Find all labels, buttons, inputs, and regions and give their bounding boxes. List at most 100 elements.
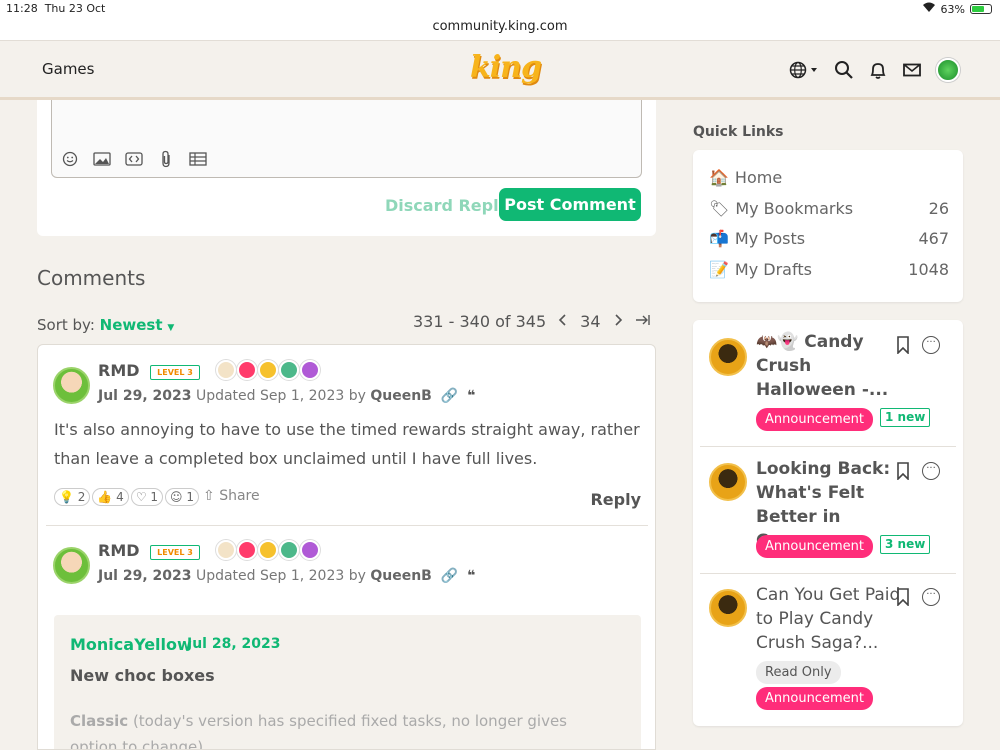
games-nav-link[interactable]: Games — [42, 60, 94, 78]
announcement-title[interactable]: Can You Get Paid to Play Candy Crush Sag… — [756, 583, 901, 655]
badge-icon[interactable] — [258, 540, 278, 560]
avatar[interactable] — [709, 589, 747, 627]
search-icon[interactable] — [834, 60, 854, 80]
status-right: 63% — [922, 2, 992, 16]
quick-link-posts[interactable]: 📬 My Posts 467 — [709, 229, 949, 248]
comment-editor: QueenB — [370, 388, 432, 404]
avatar[interactable] — [709, 463, 747, 501]
quote-author[interactable]: MonicaYellow — [70, 635, 192, 654]
chevron-down-icon: ▼ — [167, 323, 175, 333]
reply-editor-card: Discard Reply Post Comment — [37, 100, 656, 236]
sort-value[interactable]: Newest — [100, 316, 163, 334]
avatar[interactable] — [709, 338, 747, 376]
image-icon[interactable] — [92, 150, 112, 168]
comment-author[interactable]: RMD — [98, 361, 140, 380]
quick-link-home[interactable]: 🏠 Home — [709, 168, 949, 187]
prev-page-icon[interactable] — [558, 312, 568, 331]
announcement-tag[interactable]: Announcement — [756, 535, 873, 558]
quote-date[interactable]: Jul 28, 2023 — [187, 636, 281, 652]
comment-author[interactable]: RMD — [98, 541, 140, 560]
love-reaction[interactable]: ♡ 1 — [130, 488, 164, 506]
emoji-icon[interactable] — [60, 150, 80, 168]
new-count-badge: 1 new — [880, 408, 931, 427]
comment-body: It's also annoying to have to use the ti… — [54, 420, 640, 468]
lol-reaction[interactable]: ☺ 1 — [165, 488, 199, 506]
quick-links-card: 🏠 Home 🏷 My Bookmarks 26 📬 My Posts 467 📝 My… — [693, 150, 963, 302]
memo-icon: 📝 — [709, 260, 729, 279]
discard-reply-button[interactable]: Discard Reply — [385, 196, 509, 215]
badge-icon[interactable] — [216, 360, 236, 380]
code-icon[interactable] — [124, 150, 144, 168]
insightful-reaction[interactable]: 💡 2 — [54, 488, 91, 506]
quote-icon[interactable]: ❝ — [467, 388, 475, 404]
badge-icon[interactable] — [279, 540, 299, 560]
quote-title: New choc boxes — [70, 666, 215, 685]
post-comment-button[interactable]: Post Comment — [499, 188, 641, 221]
reaction-bar: 💡 2 👍 4 ♡ 1 ☺ 1 — [54, 488, 199, 506]
status-time: 11:28 Thu 23 Oct — [6, 2, 106, 15]
comment-editor: QueenB — [370, 568, 432, 584]
mail-icon[interactable] — [902, 60, 922, 80]
like-reaction[interactable]: 👍 4 — [92, 488, 129, 506]
bookmark-icon[interactable] — [895, 462, 911, 480]
url-bar[interactable]: community.king.com — [0, 18, 1000, 40]
quick-link-drafts[interactable]: 📝 My Drafts 1048 — [709, 260, 949, 279]
current-page[interactable]: 34 — [580, 312, 600, 331]
quote-body: Classic (today's version has specified f… — [70, 712, 567, 750]
more-options-icon[interactable]: ··· — [922, 336, 940, 354]
pagination: 331 - 340 of 345 34 — [413, 312, 651, 331]
comment-meta: Jul 29, 2023 Updated Sep 1, 2023 by Quee… — [98, 568, 476, 584]
announcement-divider — [700, 446, 956, 447]
badge-icon[interactable] — [300, 540, 320, 560]
more-options-icon[interactable]: ··· — [922, 588, 940, 606]
bookmark-icon: 🏷 — [709, 199, 730, 218]
user-avatar[interactable] — [936, 58, 960, 82]
badge-icon[interactable] — [216, 540, 236, 560]
globe-icon[interactable] — [788, 60, 820, 80]
badge-icon[interactable] — [279, 360, 299, 380]
reply-button[interactable]: Reply — [590, 490, 641, 509]
mailbox-icon: 📬 — [709, 229, 729, 248]
quick-links-heading: Quick Links — [693, 124, 784, 140]
user-badges — [216, 540, 320, 560]
announcement-tag[interactable]: Announcement — [756, 408, 873, 431]
link-icon[interactable]: 🔗 — [441, 388, 458, 404]
comments-list: RMD LEVEL 3 Jul 29, 2023 Updated Sep 1, … — [37, 344, 656, 750]
comment-date: Jul 29, 2023 — [98, 568, 192, 584]
comments-heading: Comments — [37, 266, 146, 290]
badge-icon[interactable] — [237, 360, 257, 380]
avatar[interactable] — [53, 367, 90, 404]
quote-icon[interactable]: ❝ — [467, 568, 475, 584]
sort-control[interactable]: Sort by: Newest ▼ — [37, 316, 174, 334]
next-page-icon[interactable] — [613, 312, 623, 331]
link-icon[interactable]: 🔗 — [441, 568, 458, 584]
bell-icon[interactable] — [868, 60, 888, 80]
king-logo[interactable]: king — [470, 50, 542, 90]
more-options-icon[interactable]: ··· — [922, 462, 940, 480]
badge-icon[interactable] — [237, 540, 257, 560]
reply-textarea[interactable] — [51, 100, 642, 178]
bookmark-icon[interactable] — [895, 336, 911, 354]
badge-icon[interactable] — [300, 360, 320, 380]
battery-percent: 63% — [940, 2, 965, 16]
last-page-icon[interactable] — [635, 312, 651, 331]
bookmark-icon[interactable] — [895, 588, 911, 606]
attachment-icon[interactable] — [156, 150, 176, 168]
user-badges — [216, 360, 320, 380]
avatar[interactable] — [53, 547, 90, 584]
announcement-divider — [700, 573, 956, 574]
quick-link-bookmarks[interactable]: 🏷 My Bookmarks 26 — [709, 199, 949, 218]
url-text: community.king.com — [432, 19, 568, 34]
level-badge: LEVEL 3 — [150, 545, 200, 560]
read-only-tag[interactable]: Read Only — [756, 661, 841, 684]
table-icon[interactable] — [188, 150, 208, 168]
new-count-badge: 3 new — [880, 535, 931, 554]
announcement-tag[interactable]: Announcement — [756, 687, 873, 710]
share-button[interactable]: ⇧ Share — [203, 488, 260, 504]
share-icon: ⇧ — [203, 488, 215, 504]
sort-label: Sort by: — [37, 316, 95, 334]
battery-icon — [970, 4, 992, 14]
badge-icon[interactable] — [258, 360, 278, 380]
comment-date: Jul 29, 2023 — [98, 388, 192, 404]
announcement-title[interactable]: 🦇👻 Candy Crush Halloween -... — [756, 330, 901, 402]
